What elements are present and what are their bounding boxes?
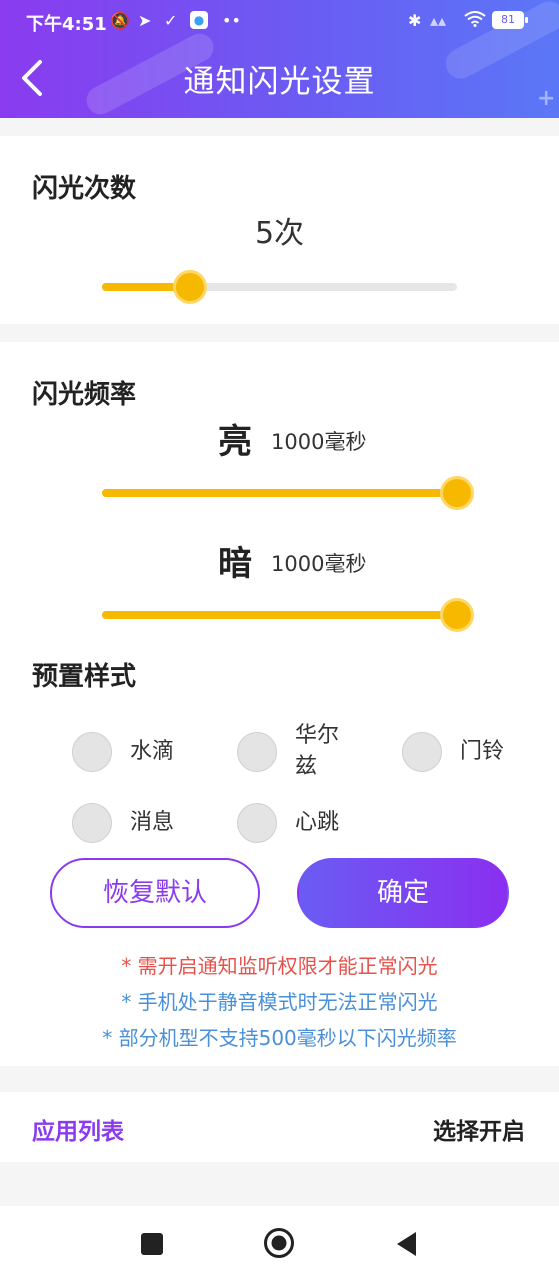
preset-option-doorbell[interactable]: 门铃 xyxy=(402,732,552,776)
reset-default-button[interactable]: 恢复默认 xyxy=(50,858,260,928)
bright-label: 亮 xyxy=(218,422,252,462)
dark-slider-thumb[interactable] xyxy=(440,598,474,632)
app-list-row[interactable]: 应用列表 选择开启 xyxy=(0,1092,559,1162)
radio-button[interactable] xyxy=(237,732,277,772)
radio-button[interactable] xyxy=(72,803,112,843)
preset-option-label: 心跳 xyxy=(295,810,340,835)
circle-icon[interactable] xyxy=(263,1227,295,1259)
preset-option-label: 消息 xyxy=(130,810,175,835)
slider-fill xyxy=(102,489,457,497)
mute-icon: 🔕 xyxy=(110,11,130,30)
app-list-label: 应用列表 xyxy=(32,1119,124,1145)
status-time: 下午4:51 xyxy=(26,14,107,35)
dark-slider[interactable] xyxy=(102,611,457,619)
triangle-left-icon[interactable] xyxy=(394,1230,420,1258)
dark-label: 暗 xyxy=(218,544,252,584)
telegram-icon: ➤ xyxy=(138,11,152,30)
bright-slider[interactable] xyxy=(102,489,457,497)
preset-option-heartbeat[interactable]: 心跳 xyxy=(237,803,387,847)
radio-button[interactable] xyxy=(237,803,277,843)
note-frequency-limit: * 部分机型不支持500毫秒以下闪光频率 xyxy=(102,1026,457,1050)
preset-option-label: 门铃 xyxy=(460,739,505,764)
preset-styles-title: 预置样式 xyxy=(32,662,137,692)
more-icon: •• xyxy=(222,11,241,30)
radio-button[interactable] xyxy=(72,732,112,772)
flash-count-card: 闪光次数 5次 xyxy=(0,136,559,324)
system-navigation-bar xyxy=(0,1206,559,1280)
status-bar: 下午4:51 🔕 ➤ ✓ ● •• ✱ ▴▴ 81 xyxy=(0,0,559,42)
flash-count-slider[interactable] xyxy=(102,283,457,291)
download-icon: ✓ xyxy=(164,11,178,30)
bright-value: 1000毫秒 xyxy=(271,430,367,454)
flash-frequency-title: 闪光频率 xyxy=(32,380,137,410)
app-list-action[interactable]: 选择开启 xyxy=(433,1112,525,1146)
note-silent-mode: * 手机处于静音模式时无法正常闪光 xyxy=(121,990,438,1014)
wifi-icon xyxy=(464,11,486,31)
radio-button[interactable] xyxy=(402,732,442,772)
flash-count-title: 闪光次数 xyxy=(32,174,137,204)
preset-option-waltz[interactable]: 华尔兹 xyxy=(237,723,387,779)
signal-icon: ▴▴ xyxy=(430,11,447,30)
app-notification-icon: ● xyxy=(190,11,208,29)
preset-option-water-drop[interactable]: 水滴 xyxy=(72,732,222,776)
preset-option-label: 华尔兹 xyxy=(295,723,340,779)
bluetooth-icon: ✱ xyxy=(408,11,422,30)
dark-value: 1000毫秒 xyxy=(271,552,367,576)
note-permission: * 需开启通知监听权限才能正常闪光 xyxy=(121,954,438,978)
square-icon[interactable] xyxy=(141,1233,163,1255)
page-title: 通知闪光设置 xyxy=(183,64,376,100)
battery-icon: 81 xyxy=(492,11,528,29)
confirm-button[interactable]: 确定 xyxy=(297,858,509,928)
slider-fill xyxy=(102,611,457,619)
preset-option-message[interactable]: 消息 xyxy=(72,803,222,847)
app-header: + 下午4:51 🔕 ➤ ✓ ● •• ✱ ▴▴ 81 通知闪光设置 xyxy=(0,0,559,118)
flash-count-value: 5次 xyxy=(254,216,305,251)
preset-option-label: 水滴 xyxy=(130,739,175,764)
bright-slider-thumb[interactable] xyxy=(440,476,474,510)
flash-count-slider-thumb[interactable] xyxy=(173,270,207,304)
